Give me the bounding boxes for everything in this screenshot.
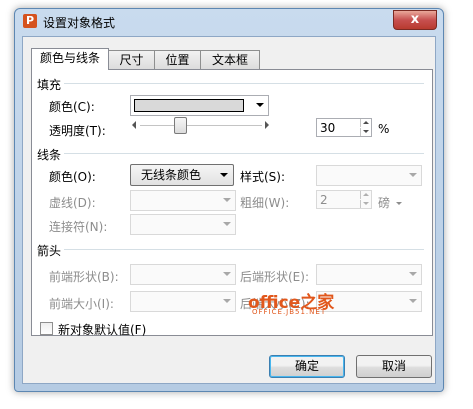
line-weight-label: 粗细(W):: [240, 196, 290, 210]
line-style-dropdown[interactable]: [316, 165, 422, 186]
watermark-url: OFFICE.JB51.NET: [252, 308, 327, 316]
chevron-down-icon: [223, 299, 231, 303]
begin-style-dropdown[interactable]: [130, 264, 236, 285]
fill-divider: [64, 83, 424, 84]
line-style-label: 样式(S):: [240, 170, 286, 184]
fill-color-swatch: [134, 99, 244, 112]
cancel-button[interactable]: 取消: [356, 355, 432, 378]
transparency-value: 30: [320, 121, 336, 135]
line-weight-unit[interactable]: 磅: [378, 194, 402, 211]
chevron-down-icon: [223, 222, 231, 226]
dash-dropdown[interactable]: [130, 190, 236, 211]
line-color-label: 颜色(O):: [49, 170, 96, 184]
spin-down-icon[interactable]: [360, 200, 372, 208]
line-color-dropdown[interactable]: 无线条颜色: [130, 164, 234, 186]
chevron-down-icon: [256, 103, 264, 107]
title-bar[interactable]: P 设置对象格式 x: [15, 9, 443, 35]
slider-left-arrow-icon[interactable]: [132, 121, 136, 129]
fill-color-label: 颜色(C):: [49, 100, 95, 114]
slider-right-arrow-icon[interactable]: [265, 121, 269, 129]
fill-color-dropdown[interactable]: [130, 95, 269, 116]
spin-up-icon[interactable]: [360, 191, 372, 199]
dialog-client-area: 颜色与线条 尺寸 位置 文本框 填充 颜色(C): 透明度(T): 30 % 线…: [22, 36, 436, 384]
dash-label: 虚线(D):: [49, 196, 96, 210]
line-section-header: 线条: [37, 148, 62, 162]
spin-up-icon[interactable]: [360, 119, 372, 127]
default-for-new-objects-label[interactable]: 新对象默认值(F): [58, 321, 146, 338]
chevron-down-icon: [409, 173, 417, 177]
line-weight-spinner[interactable]: 2: [316, 190, 372, 209]
line-weight-unit-text: 磅: [378, 196, 391, 210]
tab-textbox[interactable]: 文本框: [200, 50, 260, 69]
tab-position[interactable]: 位置: [154, 50, 201, 69]
tab-color-and-lines[interactable]: 颜色与线条: [31, 48, 109, 70]
arrows-divider: [64, 249, 424, 250]
connector-label: 连接符(N):: [49, 220, 108, 234]
end-style-dropdown[interactable]: [316, 264, 422, 285]
line-weight-value: 2: [320, 193, 328, 207]
chevron-down-icon: [409, 299, 417, 303]
chevron-down-icon: [223, 272, 231, 276]
close-icon: x: [410, 12, 420, 27]
chevron-down-icon: [223, 198, 231, 202]
connector-dropdown[interactable]: [130, 214, 236, 235]
transparency-unit: %: [378, 122, 390, 136]
close-button[interactable]: x: [393, 10, 437, 30]
slider-track: [140, 125, 262, 126]
arrows-section-header: 箭头: [37, 244, 62, 258]
slider-thumb[interactable]: [174, 117, 187, 134]
dialog-title: 设置对象格式: [43, 16, 116, 30]
fill-section-header: 填充: [37, 78, 62, 92]
chevron-down-icon: [220, 173, 228, 177]
spin-buttons: [360, 191, 371, 208]
end-style-label: 后端形状(E):: [240, 270, 309, 284]
spin-down-icon[interactable]: [360, 128, 372, 136]
spin-buttons: [360, 119, 371, 136]
line-divider: [64, 153, 424, 154]
wps-presentation-icon: P: [23, 14, 37, 28]
format-object-dialog: P 设置对象格式 x 颜色与线条 尺寸 位置 文本框 填充 颜色(C): 透明度…: [14, 8, 444, 392]
begin-size-label: 前端大小(I):: [49, 297, 114, 311]
chevron-down-icon: [409, 272, 417, 276]
begin-size-dropdown[interactable]: [130, 291, 236, 312]
ok-button[interactable]: 确定: [269, 355, 345, 378]
transparency-spinner[interactable]: 30: [316, 118, 372, 137]
tab-size[interactable]: 尺寸: [108, 50, 155, 69]
unit-dropdown-icon: [395, 202, 402, 205]
transparency-label: 透明度(T):: [49, 124, 106, 138]
begin-style-label: 前端形状(B):: [49, 270, 119, 284]
color-and-lines-panel: 填充 颜色(C): 透明度(T): 30 % 线条 颜色(O): 无线条颜色 样…: [31, 69, 433, 338]
default-for-new-objects-checkbox[interactable]: [40, 322, 53, 335]
line-color-value: 无线条颜色: [141, 168, 202, 182]
